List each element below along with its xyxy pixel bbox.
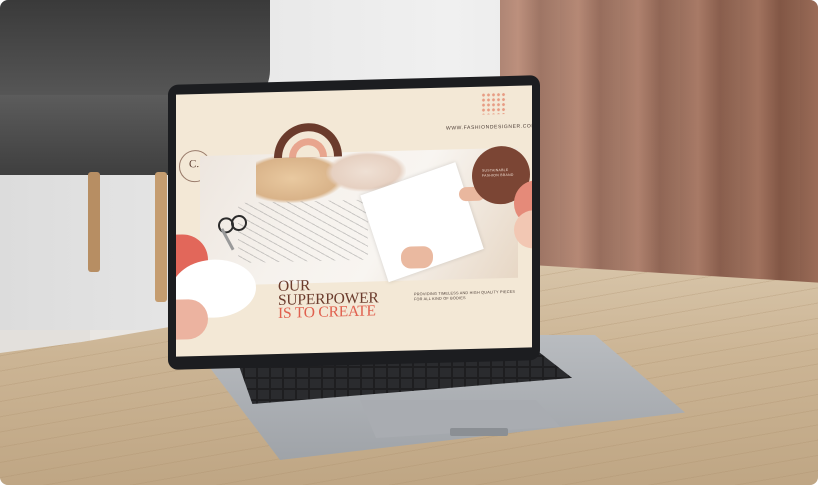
chair-leg (88, 172, 100, 272)
laptop-screen: WWW.FASHIONDESIGNER.COM C. SUSTAINABLE F… (176, 85, 532, 357)
curtain-shade (500, 0, 818, 300)
website-url: WWW.FASHIONDESIGNER.COM (446, 123, 532, 132)
sketch-drawings (238, 199, 368, 264)
decorative-circle (176, 298, 208, 340)
hero-tagline: PROVIDING TIMELESS AND HIGH QUALITY PIEC… (414, 289, 516, 302)
brand-badge-text: SUSTAINABLE FASHION BRAND (482, 167, 514, 178)
headline-line: IS TO CREATE (278, 302, 376, 322)
hand (401, 245, 433, 269)
hero-headline: OUR SUPERPOWER IS TO CREATE (278, 277, 379, 322)
chair-leg (155, 172, 167, 302)
dot-pattern (481, 91, 507, 115)
chair-seat (0, 95, 190, 175)
scene: WWW.FASHIONDESIGNER.COM C. SUSTAINABLE F… (0, 0, 818, 485)
laptop-hinge (450, 428, 508, 436)
brand-seal-letter: C. (189, 158, 200, 171)
